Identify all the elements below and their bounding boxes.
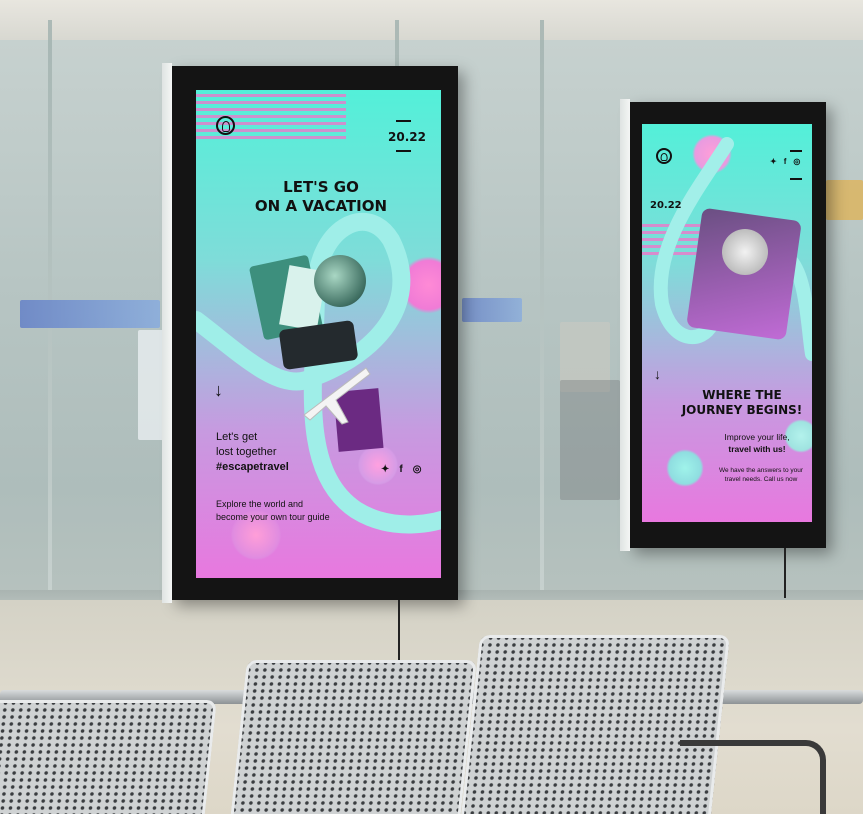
left-poster-frame: 20.22 LET'S GO ON A VACATION ↓ Let's get… bbox=[162, 63, 458, 675]
reflected-sign bbox=[462, 298, 522, 322]
power-cable bbox=[784, 548, 786, 598]
sub-line-1: Improve your life, bbox=[724, 432, 790, 442]
year-label: 20.22 bbox=[650, 200, 682, 211]
body-line-2: travel needs. Call us now bbox=[724, 476, 798, 484]
bench-seat bbox=[0, 700, 217, 814]
body-line-1: We have the answers to your bbox=[718, 467, 804, 474]
facebook-icon: f bbox=[399, 464, 403, 475]
reflected-person bbox=[560, 380, 620, 500]
ceiling bbox=[0, 0, 863, 40]
headline: LET'S GO ON A VACATION bbox=[236, 178, 406, 216]
twitter-icon: ✦ bbox=[770, 157, 777, 166]
bench-armrest bbox=[680, 740, 826, 814]
subheadline: Improve your life, travel with us! bbox=[702, 432, 812, 456]
headline-line-2: JOURNEY BEGINS! bbox=[681, 403, 803, 417]
right-poster-frame: ✦ f ◎ 20.22 ↓ WHERE THE JOURNEY BEGINS! … bbox=[620, 99, 826, 598]
body-text: Explore the world and become your own to… bbox=[216, 498, 330, 523]
divider-line bbox=[790, 178, 802, 180]
glass-seam bbox=[48, 20, 52, 640]
glass-seam bbox=[540, 20, 544, 640]
arrow-down-icon: ↓ bbox=[654, 366, 661, 382]
twitter-icon: ✦ bbox=[381, 464, 390, 475]
airplane-icon bbox=[303, 367, 371, 425]
divider-line bbox=[790, 150, 802, 152]
social-icons: ✦ f ◎ bbox=[770, 157, 800, 166]
headline: WHERE THE JOURNEY BEGINS! bbox=[672, 388, 812, 418]
hashtag: #escapetravel bbox=[216, 460, 289, 473]
frame-edge bbox=[162, 63, 172, 603]
airport-scene: 20.22 LET'S GO ON A VACATION ↓ Let's get… bbox=[0, 0, 863, 814]
sub-line-2: travel with us! bbox=[728, 443, 786, 454]
right-poster: ✦ f ◎ 20.22 ↓ WHERE THE JOURNEY BEGINS! … bbox=[642, 124, 812, 522]
brand-logo-icon bbox=[216, 116, 235, 135]
reflected-sign bbox=[20, 300, 160, 328]
divider-line bbox=[396, 120, 411, 122]
social-icons: ✦ f ◎ bbox=[381, 464, 421, 475]
tagline-line-2: lost together bbox=[216, 445, 277, 458]
headline-line-1: LET'S GO bbox=[283, 178, 359, 196]
headline-line-1: WHERE THE bbox=[702, 388, 782, 402]
facebook-icon: f bbox=[783, 157, 787, 166]
arrow-down-icon: ↓ bbox=[214, 380, 223, 400]
brand-logo-icon bbox=[656, 148, 672, 164]
tagline: Let's get lost together #escapetravel bbox=[216, 430, 289, 475]
bench-seat bbox=[229, 660, 477, 814]
reflected-sign bbox=[826, 180, 863, 220]
globe-image bbox=[314, 255, 366, 307]
frame-edge bbox=[620, 99, 630, 551]
tagline-line-1: Let's get bbox=[216, 431, 258, 443]
body-text: We have the answers to your travel needs… bbox=[710, 466, 812, 485]
instagram-icon: ◎ bbox=[412, 464, 422, 475]
instagram-icon: ◎ bbox=[793, 157, 801, 166]
year-label: 20.22 bbox=[388, 130, 426, 144]
body-line-2: become your own tour guide bbox=[216, 511, 330, 522]
hat-image bbox=[722, 229, 768, 275]
headline-line-2: ON A VACATION bbox=[254, 196, 388, 215]
left-poster: 20.22 LET'S GO ON A VACATION ↓ Let's get… bbox=[196, 90, 441, 578]
divider-line bbox=[396, 150, 411, 152]
body-line-1: Explore the world and bbox=[216, 499, 304, 509]
